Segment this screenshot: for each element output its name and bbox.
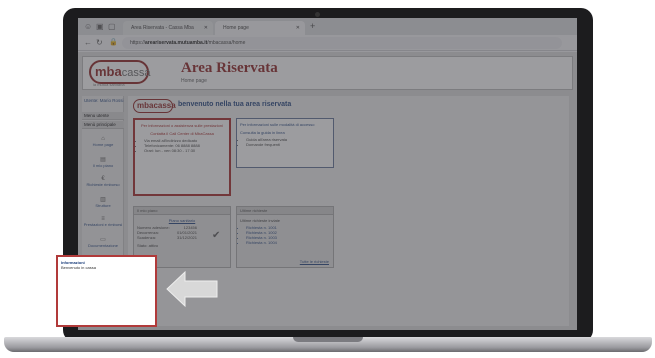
sidebar-item-label: Prestazioni e rimborsi (83, 222, 123, 227)
site-header: mbacassa la mutua sanitaria Area Riserva… (82, 56, 573, 90)
sidebar-item-home[interactable]: ⌂ Home page (82, 136, 124, 147)
info-text: Benvenuto in cassa (61, 265, 96, 270)
tab-area-riservata[interactable]: Area Riservata - Cassa Mba ✕ (123, 21, 213, 35)
logo-text-b: cassa (121, 67, 151, 79)
sidebar-item-label: Richieste rimborso (86, 182, 120, 187)
assistance-heading: Per informazioni o assistenza sulle pres… (140, 123, 224, 128)
plan-caption[interactable]: Piano sanitario (137, 218, 227, 223)
tab-label: Home page (223, 25, 249, 31)
url-host: areariservata.mutuamba.it (145, 40, 208, 46)
welcome-logo: mbacassa (133, 99, 176, 113)
menu-utente[interactable]: Menu utente (82, 112, 124, 120)
sidebar-item-rimborso[interactable]: € Richieste rimborso (82, 176, 124, 187)
laptop-notch (293, 337, 363, 342)
guide-line: Consulta la guida in linea (240, 130, 285, 135)
mbacassa-logo[interactable]: mbacassa (89, 60, 151, 84)
all-requests-link[interactable]: Tutte le richieste (300, 259, 329, 264)
row-key: Scadenza: (137, 235, 156, 240)
logo-tagline: la mutua sanitaria (93, 82, 125, 87)
address-bar: ← ↻ 🔒 https://areariservata.mutuamba.it/… (78, 35, 577, 51)
welcome-heading: benvenuto nella tua area riservata (178, 101, 292, 108)
list-item[interactable]: Domande frequenti (246, 142, 330, 147)
page-title: Area Riservata (181, 60, 278, 76)
menu-principale[interactable]: Menù principale (82, 121, 124, 129)
panel-title: Il mio piano (134, 207, 230, 215)
folder-icon: ▭ (100, 237, 106, 243)
profile-icon[interactable]: ☺ (84, 22, 92, 31)
checkmark-icon: ✔ (212, 230, 221, 241)
panel-title: Ultime richieste (237, 207, 333, 215)
sidebar-item-label: Strutture (95, 203, 111, 208)
assistance-line: Contatta il Call Center di MbaCassa (150, 131, 214, 136)
refresh-icon[interactable]: ↻ (96, 38, 103, 47)
document-icon: ▤ (100, 157, 106, 163)
sidebar-item-strutture[interactable]: ▥ Strutture (82, 196, 124, 208)
lock-icon: 🔒 (109, 39, 118, 46)
url-path: /mbacassa/home (207, 40, 246, 46)
camera (315, 12, 320, 17)
url-field[interactable]: https://areariservata.mutuamba.it/mbacas… (122, 37, 562, 49)
new-tab-icon[interactable]: + (310, 21, 315, 31)
tab-bar: ☺ ▣ ▢ Area Riservata - Cassa Mba ✕ Home … (78, 18, 577, 35)
back-icon[interactable]: ← (84, 38, 92, 47)
sidebar-item-documentazione[interactable]: ▭ Documentazione (82, 236, 124, 248)
user-name: Utente: Mario Rossi (84, 98, 124, 103)
close-icon[interactable]: ✕ (296, 21, 300, 35)
guide-box: Per informazioni sulle modalità di acces… (236, 118, 334, 168)
url-scheme: https:// (130, 40, 146, 46)
guide-heading: Per informazioni sulle modalità di acces… (240, 122, 315, 127)
arrow-left-icon (166, 270, 218, 308)
info-box: Informazioni Benvenuto in cassa (56, 255, 157, 327)
row-value: 31/12/2021 (176, 235, 197, 240)
page-subtitle: Home page (181, 78, 207, 84)
logo-text: mba (95, 64, 122, 79)
sidebar-item-piano[interactable]: ▤ Il mio piano (82, 156, 124, 168)
list-item: Orari: lun - ven 08:30 - 17:30 (144, 148, 226, 153)
sidebar-item-label: Documentazione (87, 243, 119, 248)
tabs-icon[interactable]: ▢ (108, 22, 116, 31)
building-icon: ▥ (100, 197, 106, 203)
collections-icon[interactable]: ▣ (96, 22, 104, 31)
sidebar-item-label: Home page (92, 142, 114, 147)
requests-panel: Ultime richieste Ultime richieste inviat… (236, 206, 334, 268)
list-item[interactable]: Richiesta n. 1004 (246, 240, 330, 245)
plan-row: Scadenza: 31/12/2021 (137, 235, 197, 240)
sidebar-item-label: Il mio piano (92, 163, 114, 168)
tab-label: Area Riservata - Cassa Mba (131, 25, 194, 31)
tab-home-page[interactable]: Home page ✕ (215, 21, 305, 35)
sidebar-item-prestazioni[interactable]: ≡ Prestazioni e rimborsi (82, 216, 124, 227)
requests-caption: Ultime richieste inviate (240, 218, 281, 223)
plan-status: Stato: attivo (137, 243, 159, 248)
assistance-box: Per informazioni o assistenza sulle pres… (133, 118, 231, 196)
close-icon[interactable]: ✕ (204, 21, 208, 35)
